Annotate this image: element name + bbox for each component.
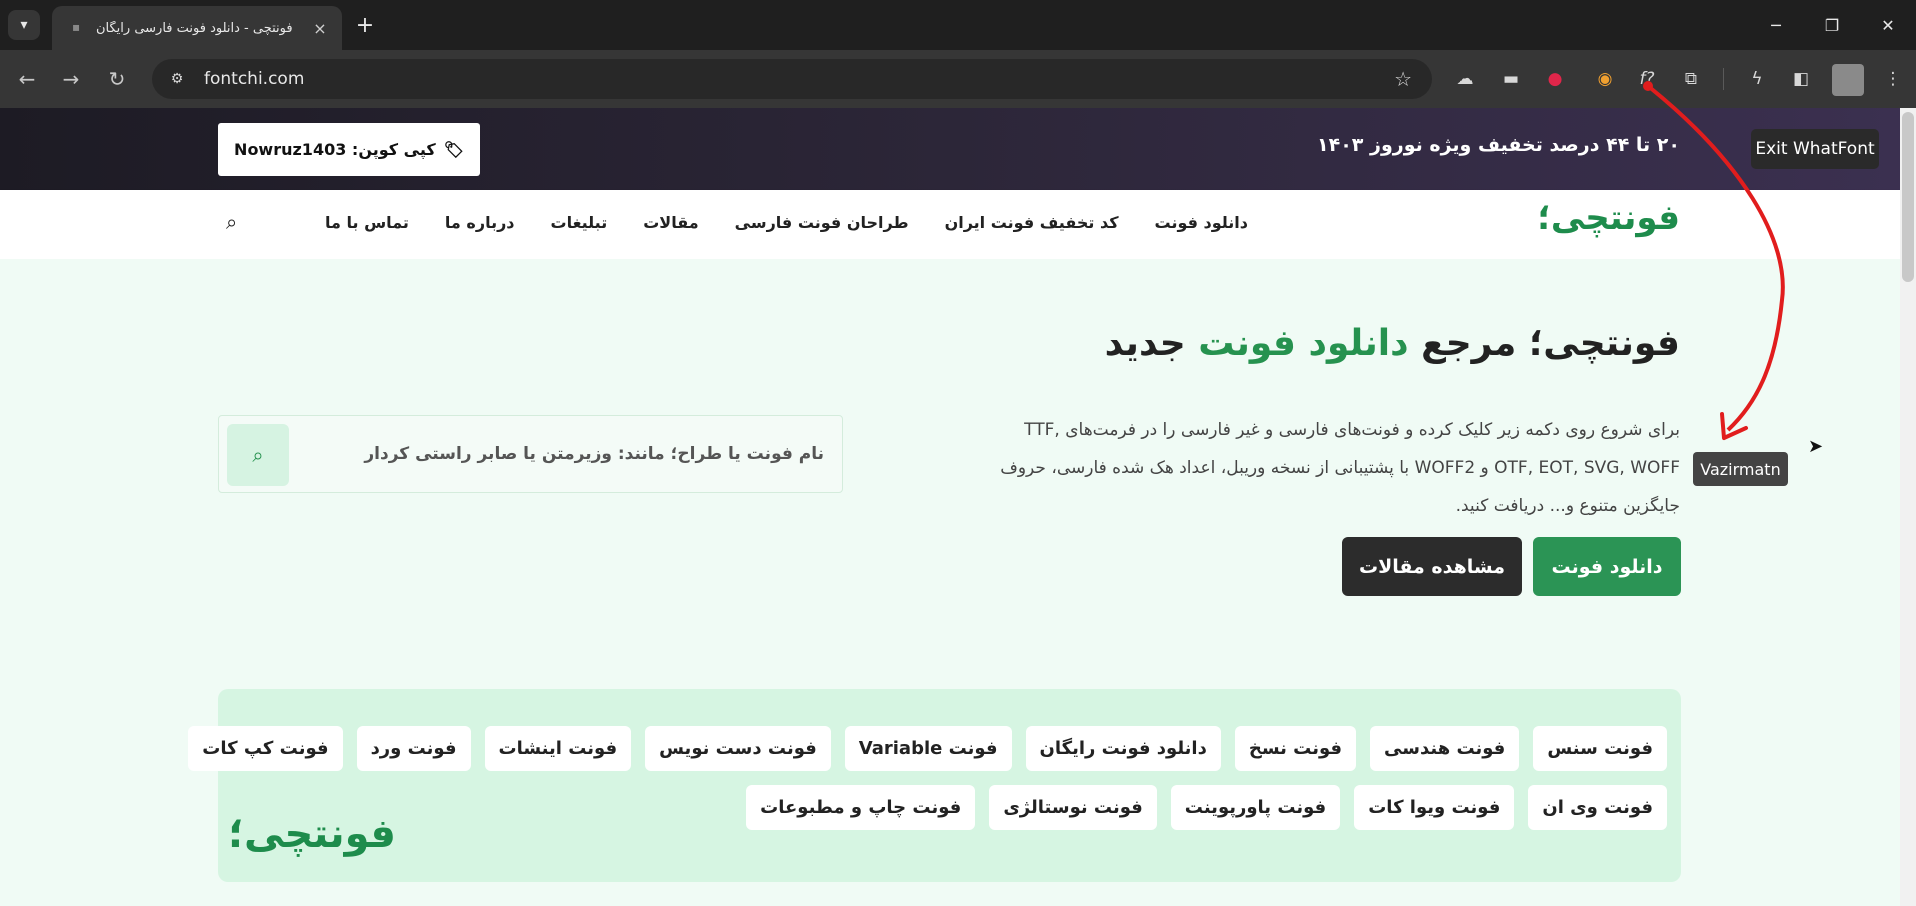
title-part-2: جدید [1104, 323, 1199, 364]
tag-handwriting[interactable]: فونت دست نویس [645, 726, 831, 771]
nav-item-articles[interactable]: مقالات [643, 213, 698, 232]
promo-banner: 🏷 کپی کوپن: Nowruz1403 ۲۰ تا ۴۴ درصد تخف… [0, 108, 1900, 190]
browser-tab[interactable]: ▪ فونتچی - دانلود فونت فارسی رایگان × [52, 6, 342, 50]
tag-nostalgia[interactable]: فونت نوستالژی [989, 785, 1157, 830]
copy-coupon-button[interactable]: 🏷 کپی کوپن: Nowruz1403 [218, 123, 480, 176]
nav-search-icon[interactable]: ⌕ [226, 210, 237, 234]
performance-icon[interactable]: ϟ [1742, 64, 1772, 94]
browser-tab-bar: ▾ ▪ فونتچی - دانلود فونت فارسی رایگان × … [0, 0, 1916, 50]
site-info-icon[interactable]: ⚙ [162, 71, 192, 87]
promo-text: ۲۰ تا ۴۴ درصد تخفیف ویژه نوروز ۱۴۰۳ [1317, 134, 1680, 156]
side-panel-icon[interactable]: ◧ [1786, 64, 1816, 94]
extension-red-icon[interactable]: ● [1540, 64, 1570, 94]
tab-search-chevron-down-icon[interactable]: ▾ [8, 10, 40, 40]
title-accent: دانلود فونت [1198, 323, 1409, 364]
font-search-box: ⌕ [218, 415, 843, 493]
reload-icon[interactable]: ↻ [102, 64, 132, 94]
nav-item-ads[interactable]: تبلیغات [551, 213, 608, 232]
tag-capcut[interactable]: فونت کپ کات [188, 726, 343, 771]
page-scrollbar[interactable] [1900, 108, 1916, 906]
restore-icon[interactable]: ❐ [1804, 0, 1860, 50]
tag-inshot[interactable]: فونت اینشات [484, 726, 632, 771]
font-search-input[interactable] [324, 436, 824, 472]
browser-menu-icon[interactable]: ⋮ [1878, 64, 1908, 94]
download-font-button[interactable]: دانلود فونت [1533, 537, 1681, 596]
search-icon: ⌕ [252, 443, 264, 467]
nav-item-designers[interactable]: طراحان فونت فارسی [735, 213, 909, 232]
tag-row-1: فونت سنس فونت هندسی فونت نسخ دانلود فونت… [188, 726, 1667, 771]
site-logo[interactable]: فونتچی؛ [1537, 198, 1680, 238]
address-bar[interactable]: ⚙ fontchi.com ☆ [152, 59, 1432, 99]
browser-toolbar: ← → ↻ ⚙ fontchi.com ☆ [0, 50, 1916, 108]
tag-print[interactable]: فونت چاپ و مطبوعات [746, 785, 976, 830]
mouse-cursor-icon: ➤ [1808, 436, 1824, 457]
tag-naskh[interactable]: فونت نسخ [1234, 726, 1357, 771]
nav-item-about[interactable]: درباره ما [445, 213, 515, 232]
tab-favicon-icon: ▪ [72, 20, 81, 34]
whatfont-extension-icon[interactable]: f? [1632, 64, 1662, 94]
tab-close-icon[interactable]: × [310, 18, 330, 38]
view-articles-button[interactable]: مشاهده مقالات [1342, 537, 1522, 596]
nav-item-discount-code[interactable]: کد تخفیف فونت ایران [945, 213, 1119, 232]
url-text[interactable]: fontchi.com [204, 69, 304, 89]
tag-rows: فونت سنس فونت هندسی فونت نسخ دانلود فونت… [188, 726, 1667, 830]
bookmark-star-icon[interactable]: ☆ [1394, 67, 1412, 91]
tag-vivacut[interactable]: فونت ویوا کات [1354, 785, 1515, 830]
title-part-1: فونتچی؛ مرجع [1408, 323, 1680, 364]
profile-avatar[interactable] [1832, 64, 1864, 96]
tag-variable[interactable]: فونت Variable [844, 726, 1012, 771]
tag-geometric[interactable]: فونت هندسی [1370, 726, 1520, 771]
whatfont-tooltip: Vazirmatn [1693, 452, 1788, 486]
extension-cloud-icon[interactable]: ☁ [1450, 64, 1480, 94]
new-tab-plus-icon[interactable]: + [350, 10, 380, 40]
exit-whatfont-button[interactable]: Exit WhatFont [1751, 129, 1879, 169]
tag-word[interactable]: فونت ورد [356, 726, 471, 771]
coupon-tag-icon: 🏷 [443, 140, 464, 159]
nav-item-contact[interactable]: تماس با ما [325, 213, 409, 232]
main-navigation: فونتچی؛ دانلود فونت کد تخفیف فونت ایران … [0, 190, 1900, 259]
hero-section: فونتچی؛ مرجع دانلود فونت جدید برای شروع … [0, 259, 1900, 906]
close-window-icon[interactable]: ✕ [1860, 0, 1916, 50]
minimize-icon[interactable]: ─ [1748, 0, 1804, 50]
extension-popcorn-icon[interactable]: ◉ [1590, 64, 1620, 94]
tag-vn[interactable]: فونت وی ان [1528, 785, 1667, 830]
scrollbar-thumb[interactable] [1902, 112, 1914, 282]
font-tags-panel: فونت سنس فونت هندسی فونت نسخ دانلود فونت… [188, 689, 1681, 882]
tag-powerpoint[interactable]: فونت پاورپوینت [1170, 785, 1341, 830]
nav-item-download-font[interactable]: دانلود فونت [1155, 213, 1249, 232]
font-search-button[interactable]: ⌕ [227, 424, 289, 486]
toolbar-divider [1723, 68, 1724, 90]
extension-card-icon[interactable]: ▬ [1496, 64, 1526, 94]
nav-menu: دانلود فونت کد تخفیف فونت ایران طراحان ف… [325, 213, 1248, 232]
hero-description: برای شروع روی دکمه زیر کلیک کرده و فونت‌… [1000, 420, 1680, 516]
extensions-puzzle-icon[interactable]: ⧉ [1676, 64, 1706, 94]
tag-sans[interactable]: فونت سنس [1533, 726, 1667, 771]
window-controls: ─ ❐ ✕ [1748, 0, 1916, 50]
back-arrow-icon[interactable]: ← [12, 64, 42, 94]
forward-arrow-icon[interactable]: → [56, 64, 86, 94]
tags-panel-logo: فونتچی؛ [228, 811, 396, 857]
tag-free-download[interactable]: دانلود فونت رایگان [1025, 726, 1221, 771]
page-title: فونتچی؛ مرجع دانلود فونت جدید [1105, 323, 1680, 364]
tag-row-2: فونت وی ان فونت ویوا کات فونت پاورپوینت … [188, 785, 1667, 830]
tab-title: فونتچی - دانلود فونت فارسی رایگان [96, 20, 293, 36]
coupon-label: کپی کوپن: Nowruz1403 [234, 140, 436, 159]
